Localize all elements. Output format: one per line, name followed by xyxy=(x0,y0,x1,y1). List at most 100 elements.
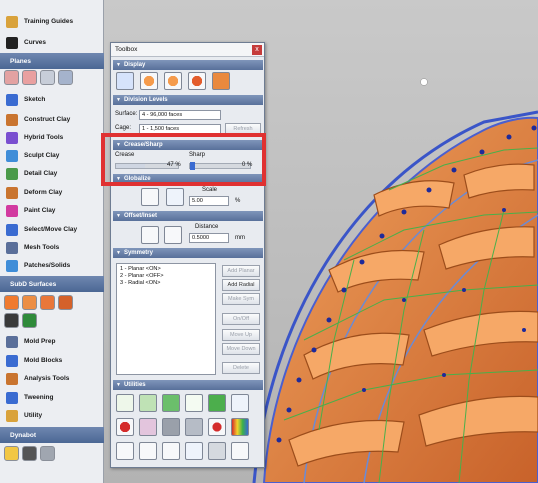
sidebar-header[interactable]: Dynabot xyxy=(0,427,104,443)
sidebar-item-tweening[interactable]: Tweening xyxy=(0,388,104,407)
move-up-button[interactable]: Move Up xyxy=(222,329,260,341)
shaded-display-icon[interactable] xyxy=(188,72,206,90)
sidebar-icon-row xyxy=(4,313,37,328)
select-cursor-icon[interactable] xyxy=(162,394,180,412)
select-move-clay-icon xyxy=(6,223,18,236)
tool-icon[interactable] xyxy=(4,313,19,328)
tool-icon[interactable] xyxy=(40,70,55,85)
symmetry-list-item[interactable]: 2 - Planar <OFF> xyxy=(120,273,164,279)
tool-icon[interactable] xyxy=(22,70,37,85)
sidebar-item-label: Tweening xyxy=(24,394,54,401)
close-button[interactable]: x xyxy=(252,45,262,55)
sidebar-header[interactable]: SubD Surfaces xyxy=(0,276,104,292)
section-utilities[interactable]: ▼ Utilities xyxy=(113,380,263,390)
sidebar-icon-row xyxy=(4,295,73,310)
section-offset-inset-label: Offset/Inset xyxy=(123,213,157,219)
deform-clay-icon xyxy=(6,186,18,199)
sidebar-item-construct-clay[interactable]: Construct Clay xyxy=(0,110,104,129)
sidebar-item-label: Sculpt Clay xyxy=(24,152,60,159)
dotted-curve-icon[interactable] xyxy=(139,442,157,460)
utility-icon xyxy=(6,409,18,422)
cross-icon[interactable] xyxy=(139,418,157,436)
select-fill-icon[interactable] xyxy=(208,394,226,412)
sidebar-item-patches-solids[interactable]: Patches/Solids xyxy=(0,256,104,275)
copy-icon[interactable] xyxy=(185,418,203,436)
section-display-label: Display xyxy=(123,62,146,68)
sculpt-clay-icon xyxy=(6,149,18,162)
add-radial-button[interactable]: Add Radial xyxy=(222,279,260,291)
sidebar-item-label: Training Guides xyxy=(24,18,74,25)
surface-select[interactable]: 4 - 96,000 faces xyxy=(139,110,221,120)
color-bars-icon[interactable] xyxy=(231,418,249,436)
sidebar-item-hybrid-tools[interactable]: Hybrid Tools xyxy=(0,128,104,147)
sidebar-item-mold-blocks[interactable]: Mold Blocks xyxy=(0,351,104,370)
sidebar-item-detail-clay[interactable]: Detail Clay xyxy=(0,164,104,183)
sidebar-item-deform-clay[interactable]: Deform Clay xyxy=(0,183,104,202)
sidebar-item-mesh-tools[interactable]: Mesh Tools xyxy=(0,238,104,257)
detail-clay-icon xyxy=(6,167,18,180)
tool-icon[interactable] xyxy=(58,295,73,310)
add-planar-button[interactable]: Add Planar xyxy=(222,265,260,277)
section-display[interactable]: ▼ Display xyxy=(113,60,263,70)
dotted-circle-icon[interactable] xyxy=(185,442,203,460)
record-icon[interactable] xyxy=(116,418,134,436)
sidebar-item-paint-clay[interactable]: Paint Clay xyxy=(0,201,104,220)
sidebar-item-label: Patches/Solids xyxy=(24,262,71,269)
sidebar-header[interactable]: Planes xyxy=(0,53,104,69)
scale-input[interactable]: 5.00 xyxy=(189,196,229,206)
sidebar-item-training-guides[interactable]: Training Guides xyxy=(0,12,104,31)
square-icon[interactable] xyxy=(162,418,180,436)
select-loop-icon[interactable] xyxy=(185,394,203,412)
sidebar-item-select-move-clay[interactable]: Select/Move Clay xyxy=(0,220,104,239)
box-display-icon[interactable] xyxy=(212,72,230,90)
mirror-icon[interactable] xyxy=(208,418,226,436)
on-off-button[interactable]: On/Off xyxy=(222,313,260,325)
smooth-display-icon[interactable] xyxy=(140,72,158,90)
tool-icon[interactable] xyxy=(40,295,55,310)
inset-icon[interactable] xyxy=(164,226,182,244)
tool-icon[interactable] xyxy=(58,70,73,85)
tool-icon[interactable] xyxy=(4,446,19,461)
sidebar-item-label: Mold Blocks xyxy=(24,357,63,364)
offset-icon[interactable] xyxy=(141,226,159,244)
sidebar-item-mold-prep[interactable]: Mold Prep xyxy=(0,332,104,351)
crease-sharp-highlight xyxy=(101,133,266,186)
tool-icon[interactable] xyxy=(22,313,37,328)
section-symmetry-label: Symmetry xyxy=(123,250,153,256)
cage-display-icon[interactable] xyxy=(116,72,134,90)
sidebar-item-label: Mesh Tools xyxy=(24,244,60,251)
sidebar-item-sketch[interactable]: Sketch xyxy=(0,90,104,109)
scatter-points-icon[interactable] xyxy=(231,442,249,460)
tool-icon[interactable] xyxy=(40,446,55,461)
section-offset-inset[interactable]: ▼ Offset/Inset xyxy=(113,211,263,221)
distance-input[interactable]: 0.5000 xyxy=(189,233,229,243)
move-down-button[interactable]: Move Down xyxy=(222,343,260,355)
select-region-icon[interactable] xyxy=(116,394,134,412)
sidebar-item-curves[interactable]: Curves xyxy=(0,33,104,52)
symmetry-list[interactable]: 1 - Planar <ON> 2 - Planar <OFF> 3 - Rad… xyxy=(116,263,216,375)
globalize-expand-icon[interactable] xyxy=(141,188,159,206)
tool-icon[interactable] xyxy=(22,295,37,310)
tool-icon[interactable] xyxy=(22,446,37,461)
dotted-arc-icon[interactable] xyxy=(162,442,180,460)
toolbox-title-bar[interactable]: Toolbox xyxy=(111,43,264,57)
sidebar-item-utility[interactable]: Utility xyxy=(0,406,104,425)
make-sym-button[interactable]: Make Sym xyxy=(222,293,260,305)
dotted-line-icon[interactable] xyxy=(116,442,134,460)
tool-icon[interactable] xyxy=(4,295,19,310)
sidebar-item-sculpt-clay[interactable]: Sculpt Clay xyxy=(0,146,104,165)
visibility-icon[interactable] xyxy=(231,394,249,412)
delete-button[interactable]: Delete xyxy=(222,362,260,374)
sidebar-item-label: Construct Clay xyxy=(24,116,71,123)
cage-smooth-display-icon[interactable] xyxy=(164,72,182,90)
section-division-levels-label: Division Levels xyxy=(123,97,168,103)
section-symmetry[interactable]: ▼ Symmetry xyxy=(113,248,263,258)
tool-icon[interactable] xyxy=(4,70,19,85)
select-grow-icon[interactable] xyxy=(139,394,157,412)
sidebar-item-analysis-tools[interactable]: Analysis Tools xyxy=(0,369,104,388)
symmetry-list-item[interactable]: 1 - Planar <ON> xyxy=(120,266,161,272)
section-division-levels[interactable]: ▼ Division Levels xyxy=(113,95,263,105)
grid-points-icon[interactable] xyxy=(208,442,226,460)
symmetry-list-item[interactable]: 3 - Radial <ON> xyxy=(120,280,160,286)
globalize-grid-icon[interactable] xyxy=(166,188,184,206)
